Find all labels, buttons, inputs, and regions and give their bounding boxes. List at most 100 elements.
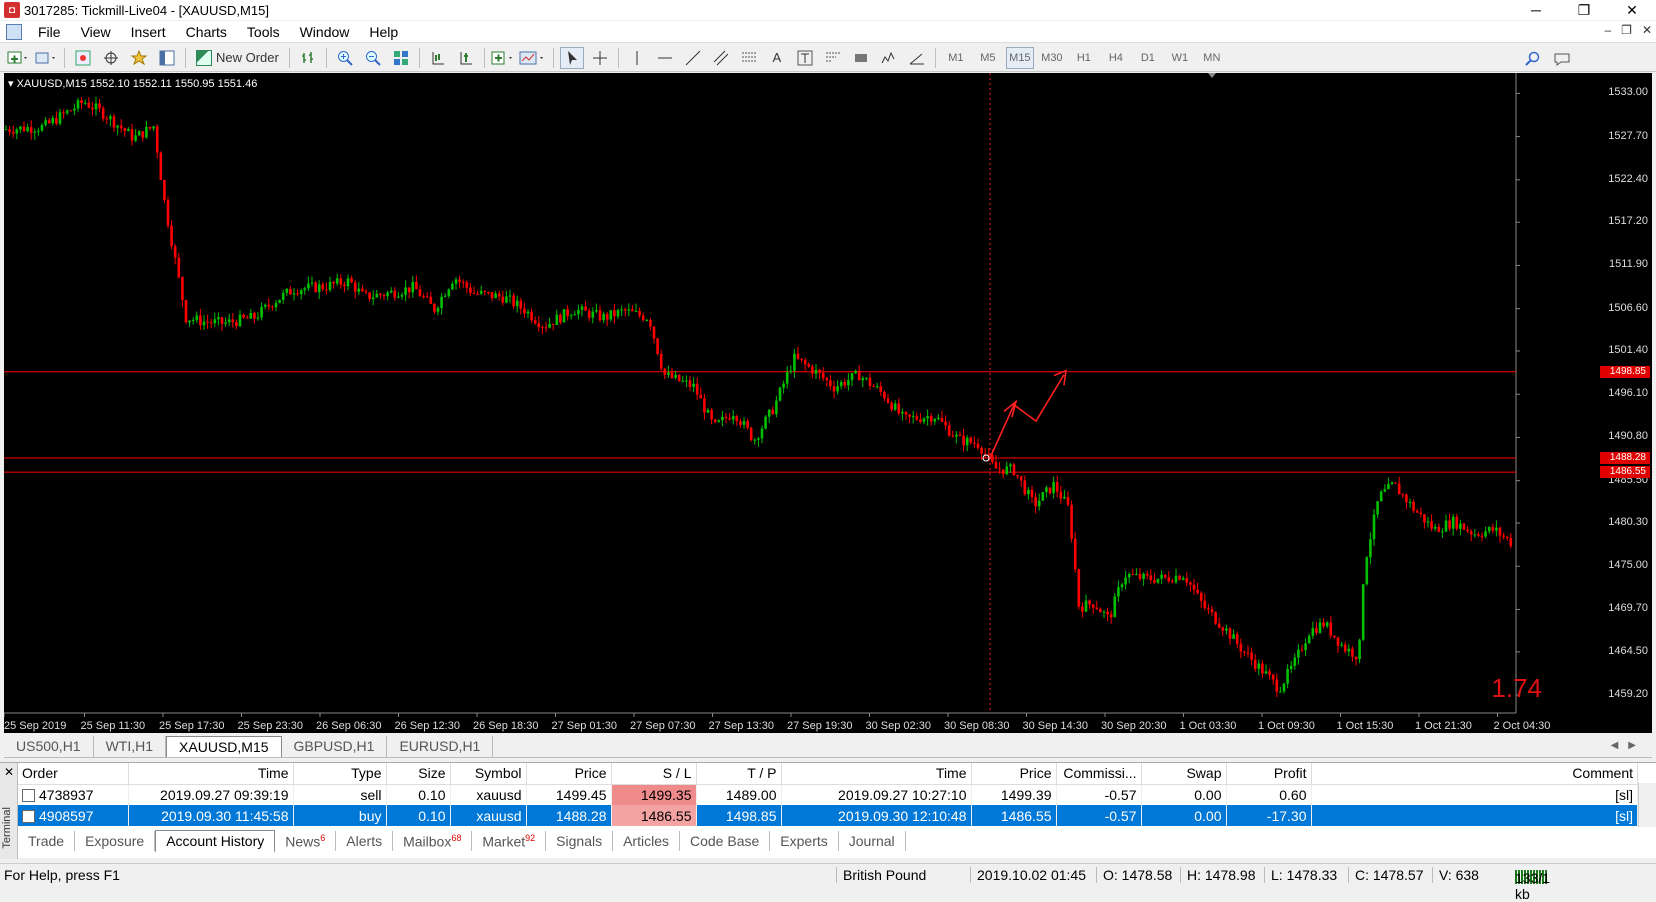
- column-tp[interactable]: T / P: [696, 763, 782, 785]
- timeframe-m30[interactable]: M30: [1038, 47, 1066, 69]
- angle-tool[interactable]: [905, 47, 929, 69]
- chart-tab-wti[interactable]: WTI,H1: [94, 736, 167, 757]
- zoom-out-button[interactable]: [361, 47, 385, 69]
- spread-label: 1.74: [1491, 673, 1542, 703]
- market-watch-button[interactable]: [71, 47, 95, 69]
- tab-trade[interactable]: Trade: [18, 831, 76, 851]
- tab-articles[interactable]: Articles: [613, 831, 680, 851]
- menu-tools[interactable]: Tools: [237, 24, 290, 40]
- tab-alerts[interactable]: Alerts: [336, 831, 394, 851]
- minimize-button[interactable]: ─: [1512, 0, 1560, 20]
- tab-experts[interactable]: Experts: [770, 831, 839, 851]
- search-button[interactable]: [1520, 48, 1544, 70]
- bull-candle: [76, 100, 80, 109]
- tab-code-base[interactable]: Code Base: [680, 831, 771, 851]
- chat-button[interactable]: [1550, 48, 1574, 70]
- chart-restore-button[interactable]: ❐: [1621, 23, 1632, 37]
- column-close-time[interactable]: Time: [781, 763, 972, 785]
- equidistant-channel-tool[interactable]: [709, 47, 733, 69]
- navigator-button[interactable]: [127, 47, 151, 69]
- rectangle-tool[interactable]: [849, 47, 873, 69]
- chart-minimize-button[interactable]: –: [1604, 23, 1611, 37]
- table-row[interactable]: 4908597 2019.09.30 11:45:58 buy 0.10 xau…: [18, 805, 1638, 826]
- column-commission[interactable]: Commissi...: [1056, 763, 1142, 785]
- menu-file[interactable]: File: [28, 24, 71, 40]
- column-order[interactable]: Order: [18, 763, 129, 785]
- chart-tab-scroll-arrows[interactable]: ◀▶: [1611, 740, 1646, 751]
- timeframe-w1[interactable]: W1: [1166, 47, 1194, 69]
- close-button[interactable]: ✕: [1608, 0, 1656, 20]
- time-tick-label: 25 Sep 17:30: [159, 720, 225, 732]
- fibonacci-tool[interactable]: [737, 47, 761, 69]
- timeframe-h1[interactable]: H1: [1070, 47, 1098, 69]
- chart-close-button[interactable]: ✕: [1642, 23, 1652, 37]
- column-open-time[interactable]: Time: [128, 763, 294, 785]
- bull-candle: [1297, 649, 1300, 658]
- text-tool[interactable]: A: [765, 47, 789, 69]
- chart-tab-eurusd[interactable]: EURUSD,H1: [387, 736, 494, 757]
- column-swap[interactable]: Swap: [1141, 763, 1227, 785]
- column-size[interactable]: Size: [386, 763, 451, 785]
- column-symbol[interactable]: Symbol: [450, 763, 527, 785]
- bull-candle: [134, 135, 137, 141]
- tab-market[interactable]: Market92: [472, 830, 547, 852]
- column-type[interactable]: Type: [293, 763, 387, 785]
- periods-button[interactable]: [519, 47, 547, 69]
- tab-journal[interactable]: Journal: [839, 831, 906, 851]
- crosshair-tool[interactable]: [588, 47, 612, 69]
- column-open-price[interactable]: Price: [526, 763, 612, 785]
- menu-view[interactable]: View: [71, 24, 121, 40]
- data-window-button[interactable]: [99, 47, 123, 69]
- timeframe-m1[interactable]: M1: [942, 47, 970, 69]
- autotrading-button[interactable]: [296, 47, 320, 69]
- tab-news[interactable]: News6: [275, 830, 337, 852]
- chart-shift-button[interactable]: [426, 47, 450, 69]
- bull-candle: [274, 302, 278, 308]
- bear-candle: [69, 110, 73, 112]
- tab-mailbox[interactable]: Mailbox68: [393, 830, 473, 852]
- chart-tab-xauusd[interactable]: XAUUSD,M15: [166, 736, 282, 757]
- tab-exposure[interactable]: Exposure: [75, 831, 156, 851]
- tile-windows-button[interactable]: [389, 47, 413, 69]
- price-chart[interactable]: ▾ XAUUSD,M15 1552.10 1552.11 1550.95 155…: [4, 73, 1652, 733]
- timeframe-h4[interactable]: H4: [1102, 47, 1130, 69]
- autoscroll-button[interactable]: [454, 47, 478, 69]
- cursor-tool[interactable]: [559, 46, 584, 69]
- column-close-price[interactable]: Price: [971, 763, 1057, 785]
- zoom-in-button[interactable]: [333, 47, 357, 69]
- text-label-tool[interactable]: [793, 47, 817, 69]
- menu-charts[interactable]: Charts: [176, 24, 237, 40]
- chart-window-icon[interactable]: [6, 23, 22, 40]
- menu-window[interactable]: Window: [290, 24, 360, 40]
- chart-tab-gbpusd[interactable]: GBPUSD,H1: [282, 736, 388, 757]
- column-sl[interactable]: S / L: [611, 763, 697, 785]
- timeframe-mn[interactable]: MN: [1198, 47, 1226, 69]
- maximize-button[interactable]: ❐: [1560, 0, 1608, 20]
- bear-candle: [350, 278, 353, 283]
- gann-tool[interactable]: [821, 47, 845, 69]
- vertical-line-tool[interactable]: [625, 47, 649, 69]
- horizontal-line-tool[interactable]: [653, 47, 677, 69]
- terminal-button[interactable]: [155, 47, 179, 69]
- new-chart-button[interactable]: [6, 47, 30, 69]
- bear-candle: [393, 290, 397, 298]
- terminal-scrollbar[interactable]: [1638, 783, 1656, 827]
- profiles-button[interactable]: [34, 47, 58, 69]
- column-profit[interactable]: Profit: [1226, 763, 1312, 785]
- tab-account-history[interactable]: Account History: [155, 829, 276, 853]
- trendline-tool[interactable]: [681, 47, 705, 69]
- menu-insert[interactable]: Insert: [121, 24, 176, 40]
- tab-signals[interactable]: Signals: [546, 831, 614, 851]
- new-order-button[interactable]: New Order: [192, 47, 283, 69]
- timeframe-m15[interactable]: M15: [1005, 46, 1034, 69]
- chart-tab-us500[interactable]: US500,H1: [4, 736, 94, 757]
- column-comment[interactable]: Comment: [1311, 763, 1638, 785]
- menu-help[interactable]: Help: [359, 24, 408, 40]
- timeframe-d1[interactable]: D1: [1134, 47, 1162, 69]
- table-row[interactable]: 4738937 2019.09.27 09:39:19 sell 0.10 xa…: [18, 784, 1638, 805]
- indicators-button[interactable]: [491, 47, 515, 69]
- chart-canvas[interactable]: [4, 73, 1652, 733]
- elliott-wave-tool[interactable]: [877, 47, 901, 69]
- close-terminal-icon[interactable]: ✕: [4, 765, 14, 779]
- timeframe-m5[interactable]: M5: [974, 47, 1002, 69]
